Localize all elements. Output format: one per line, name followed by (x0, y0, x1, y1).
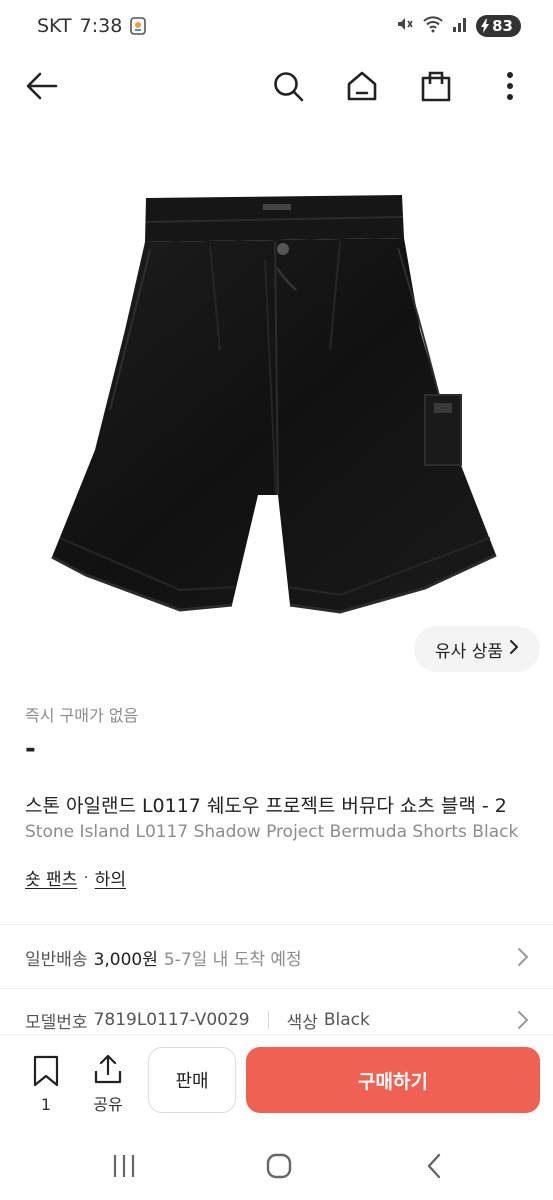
instant-purchase-label: 즉시 구매가 없음 (25, 706, 139, 725)
home-icon[interactable] (340, 64, 384, 108)
recent-apps-icon[interactable] (104, 1150, 144, 1182)
similar-products-button[interactable]: 유사 상품 (414, 626, 540, 672)
wifi-icon (422, 15, 444, 37)
buy-button[interactable]: 구매하기 (246, 1047, 540, 1113)
wishlist-button[interactable]: 1 (28, 1055, 64, 1114)
divider (0, 988, 553, 989)
share-button[interactable]: 공유 (88, 1053, 128, 1115)
carrier-label: SKT (37, 15, 72, 37)
shipping-price: 3,000원 (93, 949, 158, 970)
wishlist-count: 1 (40, 1095, 52, 1114)
share-icon (92, 1054, 124, 1089)
status-time: 7:38 (79, 15, 123, 37)
buy-label: 구매하기 (358, 1070, 428, 1093)
divider (267, 1011, 269, 1029)
breadcrumb-separator: · (83, 867, 89, 888)
battery-charging-icon (481, 19, 490, 33)
shipping-label: 일반배송 (25, 949, 88, 970)
product-title-en: Stone Island L0117 Shadow Project Bermud… (25, 822, 519, 842)
home-button-icon[interactable] (259, 1150, 299, 1182)
color-value: Black (323, 1010, 370, 1030)
back-arrow-icon[interactable] (20, 64, 64, 108)
shipping-row[interactable]: 일반배송 3,000원 5-7일 내 도착 예정 (0, 930, 553, 984)
search-icon[interactable] (266, 64, 310, 108)
price: - (25, 734, 36, 764)
battery-level: 83 (492, 17, 513, 35)
more-vertical-icon[interactable] (488, 64, 532, 108)
sell-label: 판매 (175, 1071, 209, 1092)
product-image[interactable] (0, 150, 553, 630)
chevron-right-icon (509, 639, 519, 660)
breadcrumb: 숏 팬츠 · 하의 (25, 865, 126, 891)
back-icon[interactable] (414, 1150, 454, 1182)
status-bar: SKT 7:38 83 (0, 0, 553, 54)
notification-icon (130, 17, 147, 35)
bottom-action-bar: 1 공유 판매 구매하기 (0, 1034, 553, 1134)
chevron-right-icon (517, 947, 529, 972)
battery-indicator: 83 (476, 15, 521, 37)
bookmark-icon (32, 1055, 60, 1091)
shopping-bag-icon[interactable] (414, 64, 458, 108)
similar-products-label: 유사 상품 (435, 641, 503, 662)
share-label: 공유 (93, 1095, 123, 1114)
sell-button[interactable]: 판매 (148, 1047, 236, 1113)
divider (0, 924, 553, 925)
product-title-ko: 스톤 아일랜드 L0117 쉐도우 프로젝트 버뮤다 쇼츠 블랙 - 2 (25, 795, 507, 817)
model-number: 7819L0117-V0029 (93, 1010, 250, 1030)
shipping-eta: 5-7일 내 도착 예정 (163, 949, 302, 970)
breadcrumb-item-bottoms[interactable]: 하의 (95, 865, 126, 890)
signal-icon (452, 15, 468, 37)
model-label: 모델번호 (25, 1012, 88, 1033)
top-nav (0, 56, 553, 116)
chevron-right-icon (517, 1010, 529, 1035)
mute-icon (394, 14, 414, 38)
breadcrumb-item-short-pants[interactable]: 숏 팬츠 (25, 865, 77, 890)
system-nav-bar (0, 1134, 553, 1200)
color-label: 색상 (286, 1012, 318, 1033)
